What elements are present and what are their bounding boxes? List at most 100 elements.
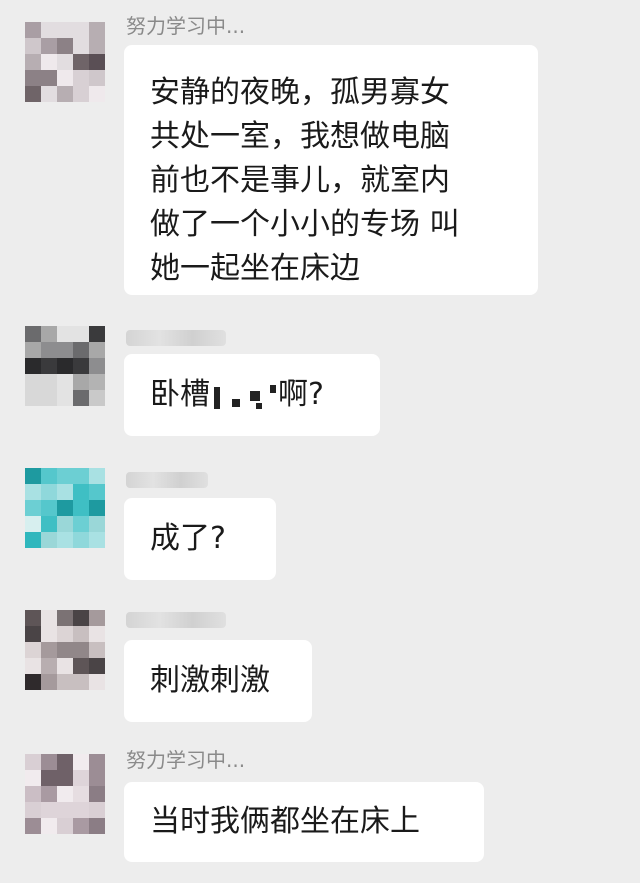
avatar-pixel bbox=[25, 86, 41, 102]
avatar-pixel bbox=[57, 532, 73, 548]
avatar-pixel bbox=[25, 626, 41, 642]
message-line: 共处一室，我想做电脑 bbox=[150, 119, 450, 154]
avatar-pixel bbox=[73, 374, 89, 390]
message-bubble[interactable]: 刺激刺激 bbox=[124, 640, 312, 722]
message-text: 卧槽 啊? bbox=[150, 373, 354, 417]
avatar-pixel bbox=[25, 532, 41, 548]
avatar-pixel bbox=[41, 786, 57, 802]
avatar-pixel bbox=[41, 610, 57, 626]
avatar-pixel bbox=[41, 532, 57, 548]
avatar-pixel bbox=[73, 626, 89, 642]
avatar-pixel bbox=[25, 358, 41, 374]
avatar-pixel bbox=[89, 86, 105, 102]
sender-name: 努力学习中... bbox=[126, 748, 246, 772]
avatar-pixel bbox=[73, 86, 89, 102]
avatar-pixel bbox=[73, 22, 89, 38]
avatar[interactable] bbox=[25, 610, 105, 690]
avatar-pixel bbox=[89, 532, 105, 548]
avatar-pixel bbox=[25, 390, 41, 406]
avatar-pixel bbox=[73, 532, 89, 548]
avatar-pixel bbox=[41, 642, 57, 658]
avatar-pixel bbox=[89, 326, 105, 342]
avatar-pixel bbox=[89, 390, 105, 406]
avatar-pixel bbox=[41, 38, 57, 54]
avatar-pixel bbox=[89, 610, 105, 626]
avatar-pixel bbox=[41, 326, 57, 342]
avatar-pixel bbox=[25, 818, 41, 834]
chat-message: 努力学习中... 安静的夜晚，孤男寡女 共处一室，我想做电脑 前也不是事儿，就室… bbox=[0, 0, 640, 300]
avatar-pixel bbox=[25, 786, 41, 802]
avatar[interactable] bbox=[25, 468, 105, 548]
avatar-pixel bbox=[89, 38, 105, 54]
avatar-pixel bbox=[89, 374, 105, 390]
avatar-pixel bbox=[57, 86, 73, 102]
avatar-pixel bbox=[41, 674, 57, 690]
avatar[interactable] bbox=[25, 22, 105, 102]
avatar-pixel bbox=[73, 342, 89, 358]
sender-name-redacted bbox=[126, 472, 208, 488]
avatar-pixel bbox=[41, 770, 57, 786]
avatar-pixel bbox=[25, 70, 41, 86]
avatar-pixel bbox=[41, 516, 57, 532]
avatar-pixel bbox=[73, 642, 89, 658]
avatar-pixel bbox=[57, 468, 73, 484]
avatar-pixel bbox=[57, 802, 73, 818]
message-bubble[interactable]: 成了? bbox=[124, 498, 276, 580]
avatar-pixel bbox=[41, 358, 57, 374]
message-bubble[interactable]: 当时我俩都坐在床上 bbox=[124, 782, 484, 862]
message-bubble[interactable]: 安静的夜晚，孤男寡女 共处一室，我想做电脑 前也不是事儿，就室内 做了一个小小的… bbox=[124, 45, 538, 295]
avatar-pixel bbox=[73, 484, 89, 500]
avatar-pixel bbox=[41, 658, 57, 674]
avatar-pixel bbox=[25, 610, 41, 626]
avatar-pixel bbox=[73, 770, 89, 786]
sender-name-redacted bbox=[126, 330, 226, 346]
message-bubble[interactable]: 卧槽 啊? bbox=[124, 354, 380, 436]
avatar-pixel bbox=[41, 86, 57, 102]
avatar-pixel bbox=[57, 658, 73, 674]
avatar-pixel bbox=[25, 342, 41, 358]
avatar-pixel bbox=[41, 22, 57, 38]
avatar-pixel bbox=[41, 802, 57, 818]
avatar-pixel bbox=[57, 342, 73, 358]
avatar-pixel bbox=[89, 500, 105, 516]
avatar-pixel bbox=[41, 54, 57, 70]
avatar-pixel bbox=[57, 500, 73, 516]
avatar-pixel bbox=[57, 54, 73, 70]
message-text: 当时我俩都坐在床上 bbox=[150, 804, 420, 839]
avatar-pixel bbox=[57, 610, 73, 626]
avatar-pixel bbox=[73, 802, 89, 818]
avatar-pixel bbox=[57, 390, 73, 406]
avatar-pixel bbox=[25, 516, 41, 532]
sender-name-redacted bbox=[126, 612, 226, 628]
avatar-pixel bbox=[89, 516, 105, 532]
avatar-pixel bbox=[89, 642, 105, 658]
chat-message: 成了? bbox=[0, 440, 640, 580]
avatar-pixel bbox=[25, 468, 41, 484]
avatar-pixel bbox=[57, 754, 73, 770]
avatar-pixel bbox=[89, 770, 105, 786]
avatar[interactable] bbox=[25, 326, 105, 406]
avatar-pixel bbox=[89, 658, 105, 674]
avatar-pixel bbox=[41, 374, 57, 390]
avatar-pixel bbox=[57, 770, 73, 786]
avatar-pixel bbox=[89, 626, 105, 642]
avatar-pixel bbox=[41, 754, 57, 770]
avatar-pixel bbox=[89, 70, 105, 86]
message-text-end: 啊? bbox=[278, 377, 324, 412]
sender-name: 努力学习中... bbox=[126, 14, 246, 38]
avatar-pixel bbox=[41, 500, 57, 516]
avatar-pixel bbox=[25, 54, 41, 70]
message-line: 安静的夜晚，孤男寡女 bbox=[150, 75, 450, 110]
avatar-pixel bbox=[73, 658, 89, 674]
avatar-pixel bbox=[57, 626, 73, 642]
chat-message: 刺激刺激 bbox=[0, 582, 640, 722]
avatar-pixel bbox=[73, 786, 89, 802]
avatar-pixel bbox=[73, 54, 89, 70]
avatar-pixel bbox=[25, 326, 41, 342]
avatar[interactable] bbox=[25, 754, 105, 834]
message-line: 做了一个小小的专场 叫 bbox=[150, 207, 460, 242]
avatar-pixel bbox=[57, 358, 73, 374]
avatar-pixel bbox=[57, 374, 73, 390]
message-text-start: 卧槽 bbox=[150, 377, 210, 412]
avatar-pixel bbox=[73, 38, 89, 54]
